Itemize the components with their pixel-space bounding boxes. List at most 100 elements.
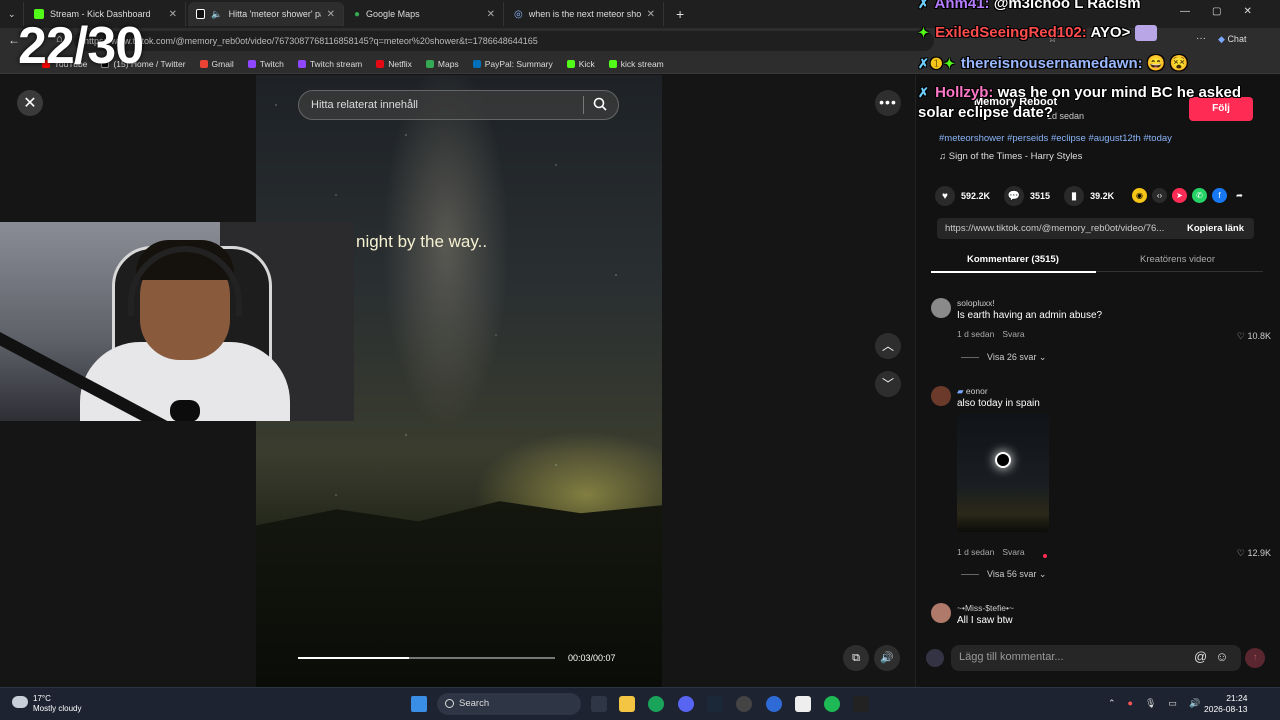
emoji-icon[interactable]: ☺ [1215,649,1228,664]
bookmark-twitch[interactable]: Twitch [247,59,284,69]
chevron-up-icon[interactable]: ⌃ [1108,698,1116,709]
gold-badge-icon: ➊ [930,56,942,71]
comment-username[interactable]: ▰ eonor [957,386,988,397]
close-button[interactable]: ✕ [17,90,43,116]
engagement-stats: ♥ 592.2K 💬 3515 ▮ 39.2K [935,185,1114,207]
terminal-icon[interactable] [853,696,869,712]
embed-icon[interactable]: ‹› [1152,188,1167,203]
tiktok-icon [196,9,206,19]
capcut-icon[interactable] [795,696,811,712]
start-icon[interactable] [411,696,427,712]
previous-video-button[interactable]: ︿ [875,333,901,359]
avatar[interactable] [931,603,951,623]
bookmark-kick[interactable]: Kick [566,59,595,69]
comment-username[interactable]: ~•Miss-$tefie•~ [957,603,1014,613]
speaker-icon[interactable]: 🔈 [211,9,222,20]
comment-button[interactable]: 💬 3515 [1004,186,1050,206]
reply-button[interactable]: Svara [1002,329,1024,339]
tab-google-search[interactable]: ◎ when is the next meteor shower - ✕ [506,2,664,26]
comment-image[interactable] [957,414,1049,532]
close-window-icon[interactable]: ✕ [1243,6,1251,17]
new-tab-button[interactable]: + [668,2,690,26]
close-tab-icon[interactable]: ✕ [487,9,495,20]
emoji-icon: 😄 😵 [1146,55,1189,72]
steam-icon[interactable] [707,696,723,712]
app-tray-icon[interactable]: ● [1128,698,1133,709]
file-explorer-icon[interactable] [619,696,635,712]
network-icon[interactable]: ▭ [1168,698,1177,709]
music-note-icon: ♫ [939,151,949,162]
comment-tabs: Kommentarer (3515) Kreatörens videor [931,250,1263,273]
volume-icon[interactable]: 🔊 [1189,698,1200,709]
facebook-icon[interactable]: f [1212,188,1227,203]
minimize-icon[interactable]: — [1180,6,1190,17]
bookmark-label: Maps [437,58,459,69]
volume-button[interactable]: 🔊 [874,645,900,671]
taskbar-search[interactable]: Search [437,693,581,715]
comment-likes[interactable]: ♡ 12.9K [1237,548,1271,559]
edge-icon[interactable] [648,696,664,712]
chat-username: thereisnousernamedawn: [960,55,1143,72]
close-tab-icon[interactable]: ✕ [169,9,177,20]
close-tab-icon[interactable]: ✕ [327,9,335,20]
tab-creator-videos[interactable]: Kreatörens videor [1140,254,1215,265]
view-replies-button[interactable]: Visa 56 svar ⌄ [961,569,1046,580]
tab-comments[interactable]: Kommentarer (3515) [967,254,1059,265]
microphone-icon[interactable]: 🎙 [1145,698,1156,709]
comment-likes[interactable]: ♡ 10.8K [1237,331,1271,342]
comment-time: 1 d sedan [957,329,995,339]
weather-condition: Mostly cloudy [33,704,82,713]
spotify-icon[interactable] [824,696,840,712]
more-options-button[interactable]: ••• [875,90,901,116]
obs-icon[interactable] [736,696,752,712]
search-divider [583,96,584,114]
post-comment-button[interactable]: ↑ [1245,648,1265,668]
bookmark-paypal[interactable]: PayPal: Summary [472,59,553,69]
tab-google-maps[interactable]: ● Google Maps ✕ [346,2,504,26]
copy-link-button[interactable]: Kopiera länk [1177,218,1254,239]
save-button[interactable]: ▮ 39.2K [1064,186,1114,206]
hashtags[interactable]: #meteorshower #perseids #eclipse #august… [939,133,1172,144]
bookmark-kick-stream[interactable]: kick stream [608,59,664,69]
webcam-overlay [0,222,354,421]
plus-icon: + [676,6,685,22]
weather-widget[interactable]: 17°C Mostly cloudy [12,694,81,714]
share-arrow-icon[interactable]: ➦ [1232,188,1247,203]
comment-username[interactable]: solopluxx! [957,298,995,308]
next-video-button[interactable]: ﹀ [875,371,901,397]
chat-message: ✦ ExiledSeeingRed102: AYO> [918,24,1157,42]
send-icon[interactable]: ➤ [1172,188,1187,203]
taskbar-clock[interactable]: 21:24 2026-08-13 [1204,693,1247,715]
reply-button[interactable]: Svara [1002,547,1024,557]
floating-player-button[interactable]: ⧉ [843,645,869,671]
chat-message: ✗ Hollzyb: was he on your mind BC he ask… [918,84,1241,101]
eclipse-image [997,454,1009,466]
task-view-icon[interactable] [591,696,607,712]
coin-icon[interactable]: ◉ [1132,188,1147,203]
ea-icon[interactable] [766,696,782,712]
url-field[interactable]: https://www.tiktok.com/@memory_reb0ot/vi… [74,31,934,51]
copilot-chat-button[interactable]: ◆ Chat [1218,34,1246,45]
bookmark-netflix[interactable]: Netflix [376,59,412,69]
avatar[interactable] [931,298,951,318]
username-text: eonor [965,386,988,396]
close-tab-icon[interactable]: ✕ [647,9,655,20]
bookmark-twitch-stream[interactable]: Twitch stream [297,59,362,69]
whatsapp-icon[interactable]: ✆ [1192,188,1207,203]
sword-badge-icon: ✗ [918,85,929,100]
video-progress-bar[interactable] [298,657,555,659]
bookmark-gmail[interactable]: Gmail [199,59,234,69]
music-credit[interactable]: ♫ Sign of the Times - Harry Styles [939,151,1082,162]
comment-item: ▰ eonor also today in spain 1 d sedan Sva… [931,386,1271,586]
maximize-icon[interactable]: ▢ [1212,6,1221,17]
mention-icon[interactable]: @ [1194,649,1207,664]
view-replies-button[interactable]: Visa 26 svar ⌄ [961,352,1046,363]
bookmark-maps[interactable]: Maps [425,58,459,69]
discord-icon[interactable] [678,696,694,712]
tab-tiktok[interactable]: 🔈 Hitta 'meteor shower' på TikTok ✕ [188,2,344,26]
avatar[interactable] [931,386,951,406]
like-button[interactable]: ♥ 592.2K [935,186,990,206]
search-icon[interactable] [593,97,607,111]
menu-dots-icon[interactable]: ··· [1196,33,1206,44]
related-search-input[interactable]: Hitta relaterat innehåll [298,90,619,120]
